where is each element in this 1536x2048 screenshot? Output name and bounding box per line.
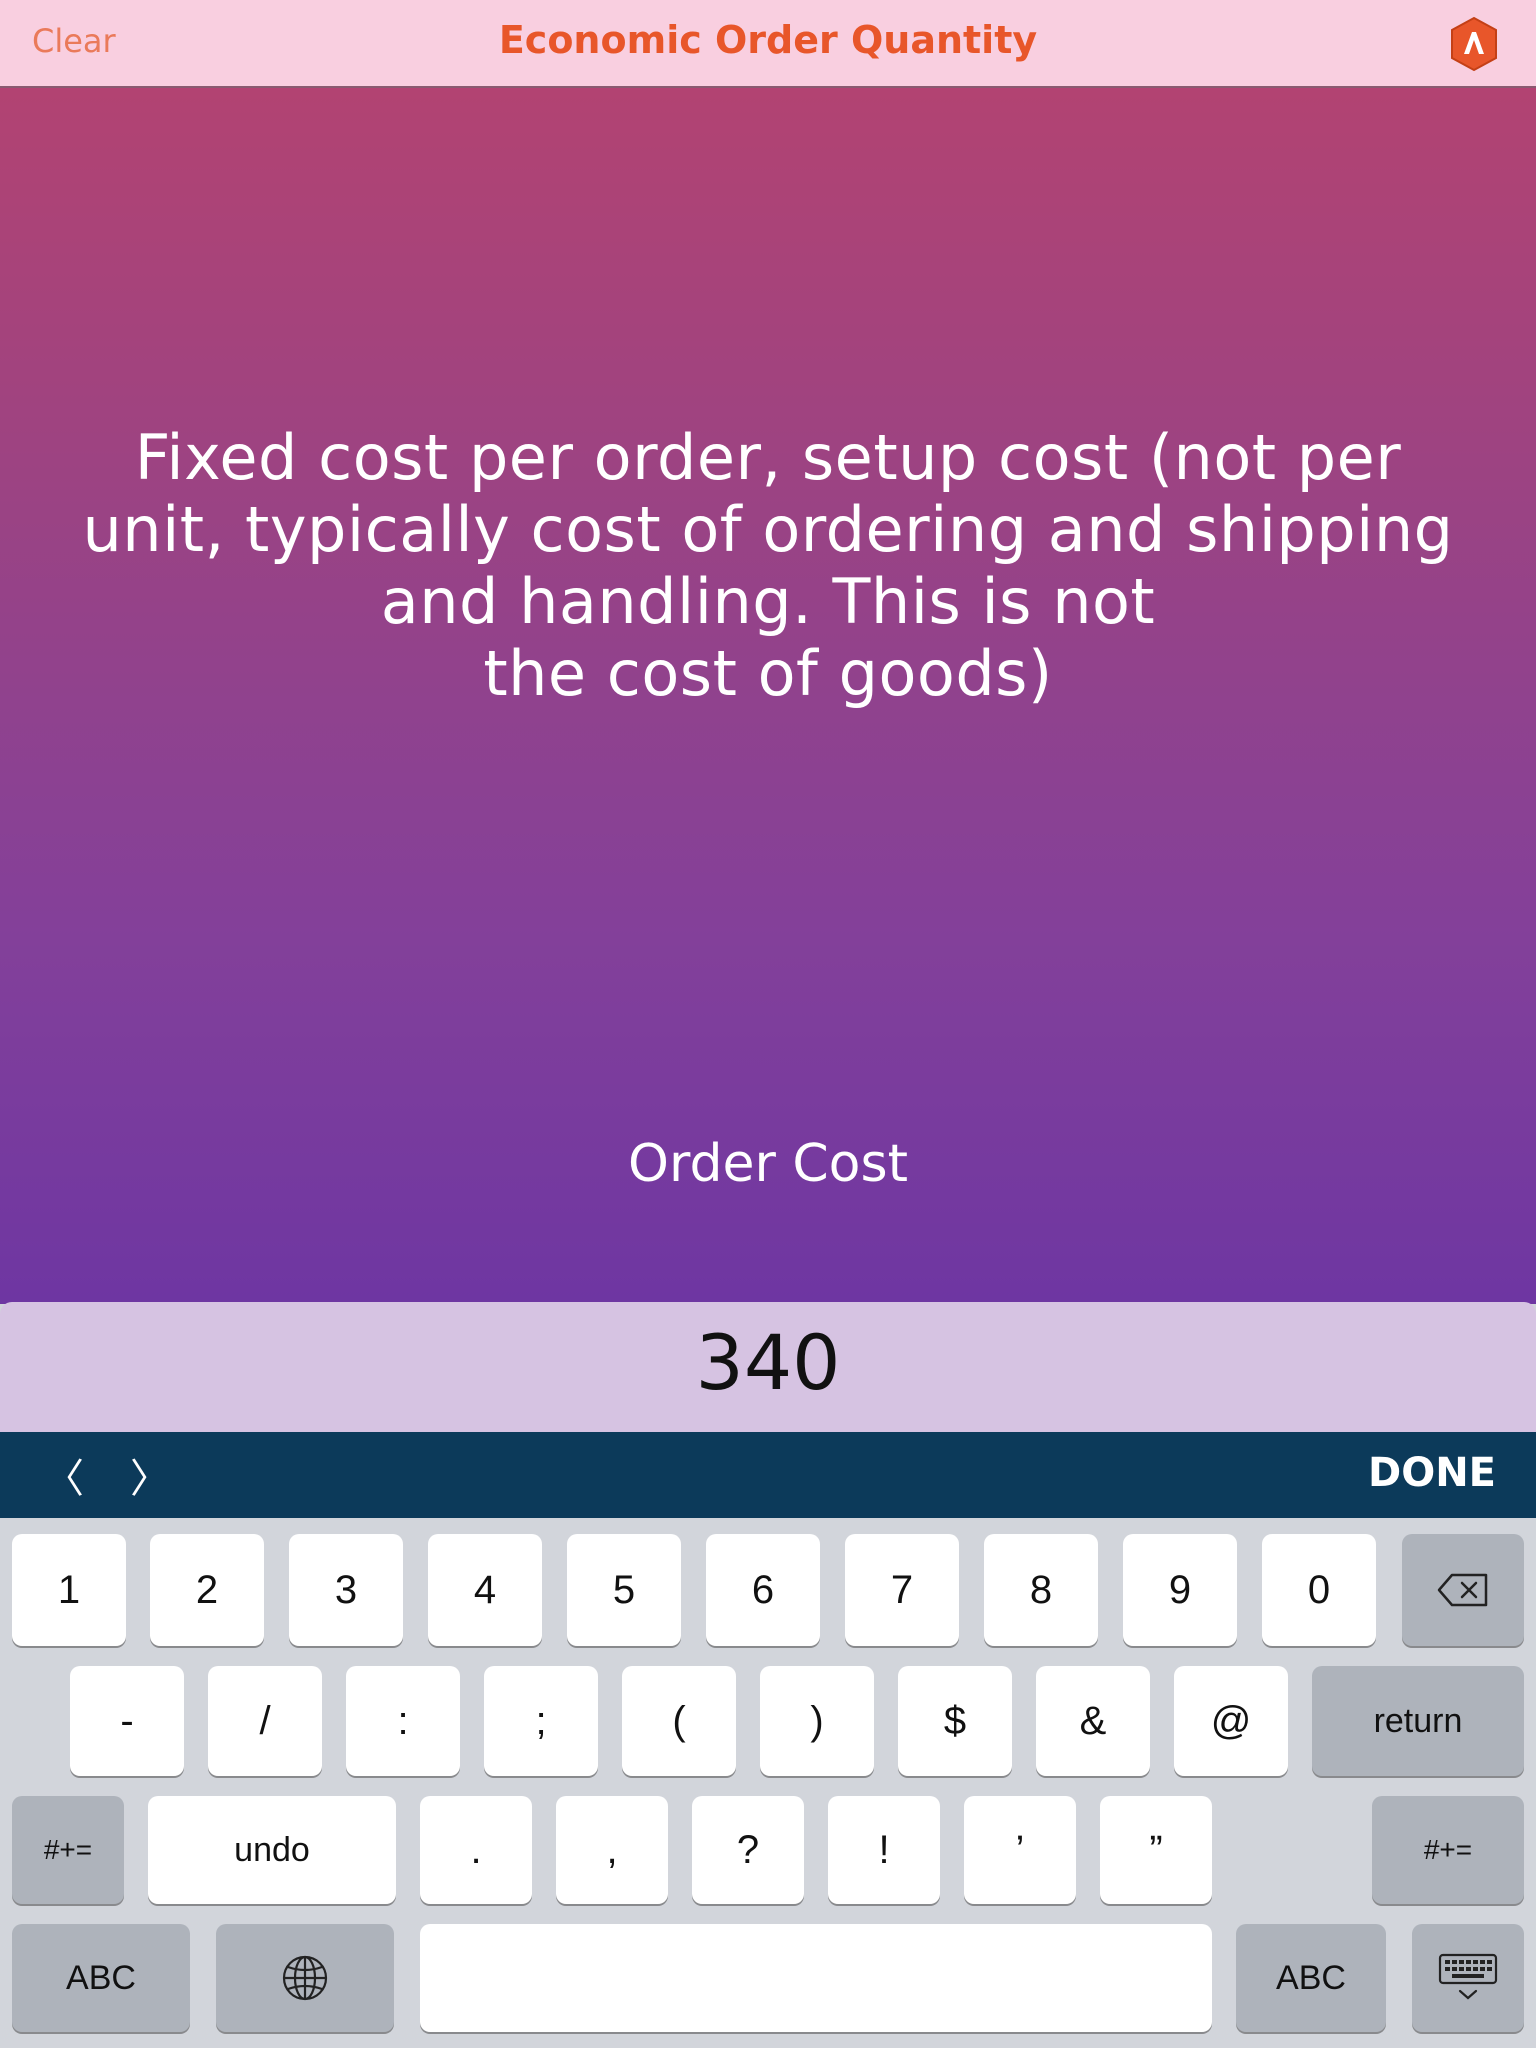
keyboard-dismiss-icon	[1438, 1953, 1498, 2000]
key-exclamation[interactable]: !	[828, 1796, 940, 1904]
key-1[interactable]: 1	[12, 1534, 126, 1646]
abc-key-left[interactable]: ABC	[12, 1924, 190, 2032]
key-minus[interactable]: -	[70, 1666, 184, 1776]
key-close-paren[interactable]: )	[760, 1666, 874, 1776]
done-button[interactable]: DONE	[1368, 1450, 1496, 1496]
key-slash[interactable]: /	[208, 1666, 322, 1776]
key-period[interactable]: .	[420, 1796, 532, 1904]
return-key[interactable]: return	[1312, 1666, 1524, 1776]
key-open-paren[interactable]: (	[622, 1666, 736, 1776]
page-title: Economic Order Quantity	[498, 18, 1038, 62]
symbols-key-right[interactable]: #+=	[1372, 1796, 1524, 1904]
field-label: Order Cost	[628, 1134, 908, 1194]
key-apostrophe[interactable]: ’	[964, 1796, 1076, 1904]
keyboard: 1 2 3 4 5 6 7 8 9 0 - / : ; ( ) $ & @ re…	[0, 1518, 1536, 2048]
previous-field-button[interactable]: 〈	[44, 1446, 84, 1504]
key-comma[interactable]: ,	[556, 1796, 668, 1904]
key-7[interactable]: 7	[845, 1534, 959, 1646]
key-colon[interactable]: :	[346, 1666, 460, 1776]
backspace-icon	[1437, 1573, 1488, 1607]
undo-key[interactable]: undo	[148, 1796, 396, 1904]
key-9[interactable]: 9	[1123, 1534, 1237, 1646]
next-field-button[interactable]: 〉	[130, 1446, 170, 1504]
key-0[interactable]: 0	[1262, 1534, 1376, 1646]
key-8[interactable]: 8	[984, 1534, 1098, 1646]
key-ampersand[interactable]: &	[1036, 1666, 1150, 1776]
abc-key-right[interactable]: ABC	[1236, 1924, 1386, 2032]
key-question[interactable]: ?	[692, 1796, 804, 1904]
key-quote[interactable]: ”	[1100, 1796, 1212, 1904]
order-cost-value[interactable]: 340	[0, 1318, 1536, 1407]
key-at[interactable]: @	[1174, 1666, 1288, 1776]
key-2[interactable]: 2	[150, 1534, 264, 1646]
key-6[interactable]: 6	[706, 1534, 820, 1646]
field-description: Fixed cost per order, setup cost (not pe…	[82, 421, 1454, 710]
key-semicolon[interactable]: ;	[484, 1666, 598, 1776]
key-5[interactable]: 5	[567, 1534, 681, 1646]
key-dollar[interactable]: $	[898, 1666, 1012, 1776]
globe-key[interactable]	[216, 1924, 394, 2032]
navigation-bar: Clear Economic Order Quantity	[0, 0, 1536, 88]
key-3[interactable]: 3	[289, 1534, 403, 1646]
space-key[interactable]	[420, 1924, 1212, 2032]
app-logo-icon[interactable]	[1446, 16, 1502, 72]
delete-key[interactable]	[1402, 1534, 1524, 1646]
globe-icon	[282, 1955, 328, 2001]
keyboard-dismiss-key[interactable]	[1412, 1924, 1524, 2032]
key-4[interactable]: 4	[428, 1534, 542, 1646]
keyboard-accessory-bar	[0, 1432, 1536, 1518]
symbols-key-left[interactable]: #+=	[12, 1796, 124, 1904]
